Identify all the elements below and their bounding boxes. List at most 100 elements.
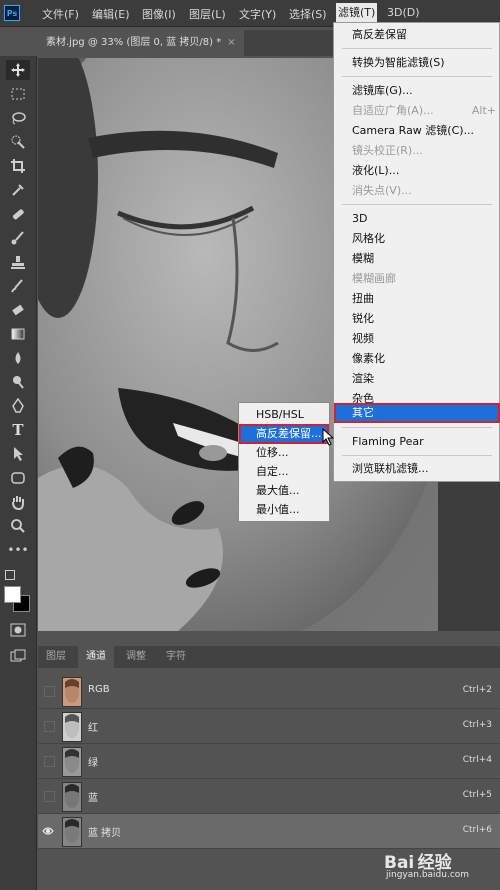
menu-item-liquify[interactable]: 液化(L)... xyxy=(334,161,500,181)
tab-layers[interactable]: 图层 xyxy=(38,646,74,668)
close-icon[interactable]: × xyxy=(227,37,235,48)
menu-select[interactable]: 选择(S) xyxy=(289,6,327,22)
menu-separator xyxy=(342,455,492,456)
channel-shortcut: Ctrl+4 xyxy=(462,755,492,765)
swap-colors-icon[interactable] xyxy=(5,570,15,580)
menu-separator xyxy=(342,204,492,205)
document-tab-title: 素材.jpg @ 33% (图层 0, 蓝 拷贝/8) * xyxy=(46,37,222,48)
menu-item-flaming-pear[interactable]: Flaming Pear xyxy=(334,432,500,452)
blur-icon[interactable] xyxy=(6,348,30,368)
shape-icon[interactable] xyxy=(6,468,30,488)
menu-item-render[interactable]: 渲染 xyxy=(334,369,500,389)
menu-item-3d[interactable]: 3D xyxy=(334,209,500,229)
menu-item-distort[interactable]: 扭曲 xyxy=(334,289,500,309)
menu-edit[interactable]: 编辑(E) xyxy=(92,6,130,22)
channel-row-blue-copy[interactable]: 蓝 拷贝 Ctrl+6 xyxy=(38,814,500,849)
submenu-item-high-pass[interactable]: 高反差保留... xyxy=(239,424,329,444)
menu-item-high-pass-last[interactable]: 高反差保留 xyxy=(334,25,500,45)
pen-icon[interactable] xyxy=(6,396,30,416)
screen-mode-icon[interactable] xyxy=(6,646,30,666)
menu-item-other[interactable]: 其它 xyxy=(334,403,500,423)
tab-channels[interactable]: 通道 xyxy=(78,646,114,668)
gradient-icon[interactable] xyxy=(6,324,30,344)
submenu-item-offset[interactable]: 位移... xyxy=(239,443,329,463)
document-tab[interactable]: 素材.jpg @ 33% (图层 0, 蓝 拷贝/8) * × xyxy=(38,30,244,56)
visibility-toggle[interactable] xyxy=(44,791,55,802)
zoom-icon[interactable] xyxy=(6,516,30,536)
eye-icon[interactable] xyxy=(42,826,54,836)
tab-adjustments[interactable]: 调整 xyxy=(118,646,154,668)
menu-item-video[interactable]: 视频 xyxy=(334,329,500,349)
menu-file[interactable]: 文件(F) xyxy=(42,6,79,22)
menu-separator xyxy=(342,427,492,428)
channel-shortcut: Ctrl+6 xyxy=(462,825,492,835)
menu-item-lens-correction: 镜头校正(R)... xyxy=(352,144,423,157)
menu-item-vanishing-point: 消失点(V)... xyxy=(352,184,412,197)
submenu-item-maximum[interactable]: 最大值... xyxy=(239,481,329,501)
lasso-icon[interactable] xyxy=(6,108,30,128)
hand-icon[interactable] xyxy=(6,492,30,512)
history-brush-icon[interactable] xyxy=(6,276,30,296)
menu-item-filter-gallery[interactable]: 滤镜库(G)... xyxy=(334,81,500,101)
channel-shortcut: Ctrl+3 xyxy=(462,720,492,730)
channel-name: RGB xyxy=(88,684,110,695)
menu-layer[interactable]: 图层(L) xyxy=(189,6,226,22)
menu-filter[interactable]: 滤镜(T) xyxy=(336,3,378,23)
marquee-icon[interactable] xyxy=(6,84,30,104)
menu-image[interactable]: 图像(I) xyxy=(142,6,176,22)
foreground-color-swatch[interactable] xyxy=(4,586,21,603)
quick-select-icon[interactable] xyxy=(6,132,30,152)
channel-thumbnail xyxy=(62,712,82,742)
dodge-icon[interactable] xyxy=(6,372,30,392)
visibility-toggle[interactable] xyxy=(44,721,55,732)
brush-icon[interactable] xyxy=(6,228,30,248)
menu-item-convert-smart-filter[interactable]: 转换为智能滤镜(S) xyxy=(334,53,500,73)
menu-item-pixelate[interactable]: 像素化 xyxy=(334,349,500,369)
photoshop-logo-icon: Ps xyxy=(4,5,20,21)
channel-name: 蓝 xyxy=(88,793,98,804)
menu-item-label: 自适应广角(A)... xyxy=(352,104,434,117)
menu-item-sharpen[interactable]: 锐化 xyxy=(334,309,500,329)
menu-item-camera-raw[interactable]: Camera Raw 滤镜(C)... xyxy=(334,121,500,141)
mouse-cursor-icon xyxy=(322,428,334,446)
tab-character[interactable]: 字符 xyxy=(158,646,194,668)
panel-tab-bar: 图层 通道 调整 字符 xyxy=(38,646,500,668)
menu-type[interactable]: 文字(Y) xyxy=(239,6,276,22)
channel-row-green[interactable]: 绿 Ctrl+4 xyxy=(38,744,500,779)
menu-item-blur-gallery: 模糊画廊 xyxy=(352,272,396,285)
baidu-jingyan-watermark: Bai 经验 jingyan.baidu.com xyxy=(384,848,469,880)
eraser-icon[interactable] xyxy=(6,300,30,320)
path-select-icon[interactable] xyxy=(6,444,30,464)
submenu-item-minimum[interactable]: 最小值... xyxy=(239,500,329,520)
channel-row-rgb[interactable]: RGB Ctrl+2 xyxy=(38,674,500,709)
other-submenu: HSB/HSL 高反差保留... 位移... 自定... 最大值... 最小值.… xyxy=(238,402,330,522)
channel-name: 蓝 拷贝 xyxy=(88,828,122,839)
submenu-item-hsb-hsl[interactable]: HSB/HSL xyxy=(239,405,329,425)
channel-name: 绿 xyxy=(88,758,98,769)
channel-row-blue[interactable]: 蓝 Ctrl+5 xyxy=(38,779,500,814)
visibility-toggle[interactable] xyxy=(44,756,55,767)
channel-thumbnail xyxy=(62,747,82,777)
healing-icon[interactable] xyxy=(6,204,30,224)
menu-3d[interactable]: 3D(D) xyxy=(387,6,420,19)
channel-shortcut: Ctrl+2 xyxy=(462,685,492,695)
type-icon[interactable]: T xyxy=(6,420,30,440)
channel-row-red[interactable]: 红 Ctrl+3 xyxy=(38,709,500,744)
watermark-url: jingyan.baidu.com xyxy=(386,870,470,880)
menu-separator xyxy=(342,48,492,49)
document-tab-bar: 素材.jpg @ 33% (图层 0, 蓝 拷贝/8) * × xyxy=(38,30,338,56)
channel-shortcut: Ctrl+5 xyxy=(462,790,492,800)
more-icon[interactable]: ••• xyxy=(6,540,30,560)
crop-icon[interactable] xyxy=(6,156,30,176)
menu-item-adaptive-wide-angle: 自适应广角(A)... Alt+ xyxy=(334,101,500,121)
menu-item-stylize[interactable]: 风格化 xyxy=(334,229,500,249)
submenu-item-custom[interactable]: 自定... xyxy=(239,462,329,482)
menu-item-browse-online-filters[interactable]: 浏览联机滤镜... xyxy=(334,459,500,479)
quick-mask-icon[interactable] xyxy=(6,620,30,640)
eyedropper-icon[interactable] xyxy=(6,180,30,200)
visibility-toggle[interactable] xyxy=(44,686,55,697)
move-icon[interactable] xyxy=(6,60,30,80)
menu-item-blur[interactable]: 模糊 xyxy=(334,249,500,269)
menu-item-shortcut: Alt+ xyxy=(471,104,496,117)
stamp-icon[interactable] xyxy=(6,252,30,272)
